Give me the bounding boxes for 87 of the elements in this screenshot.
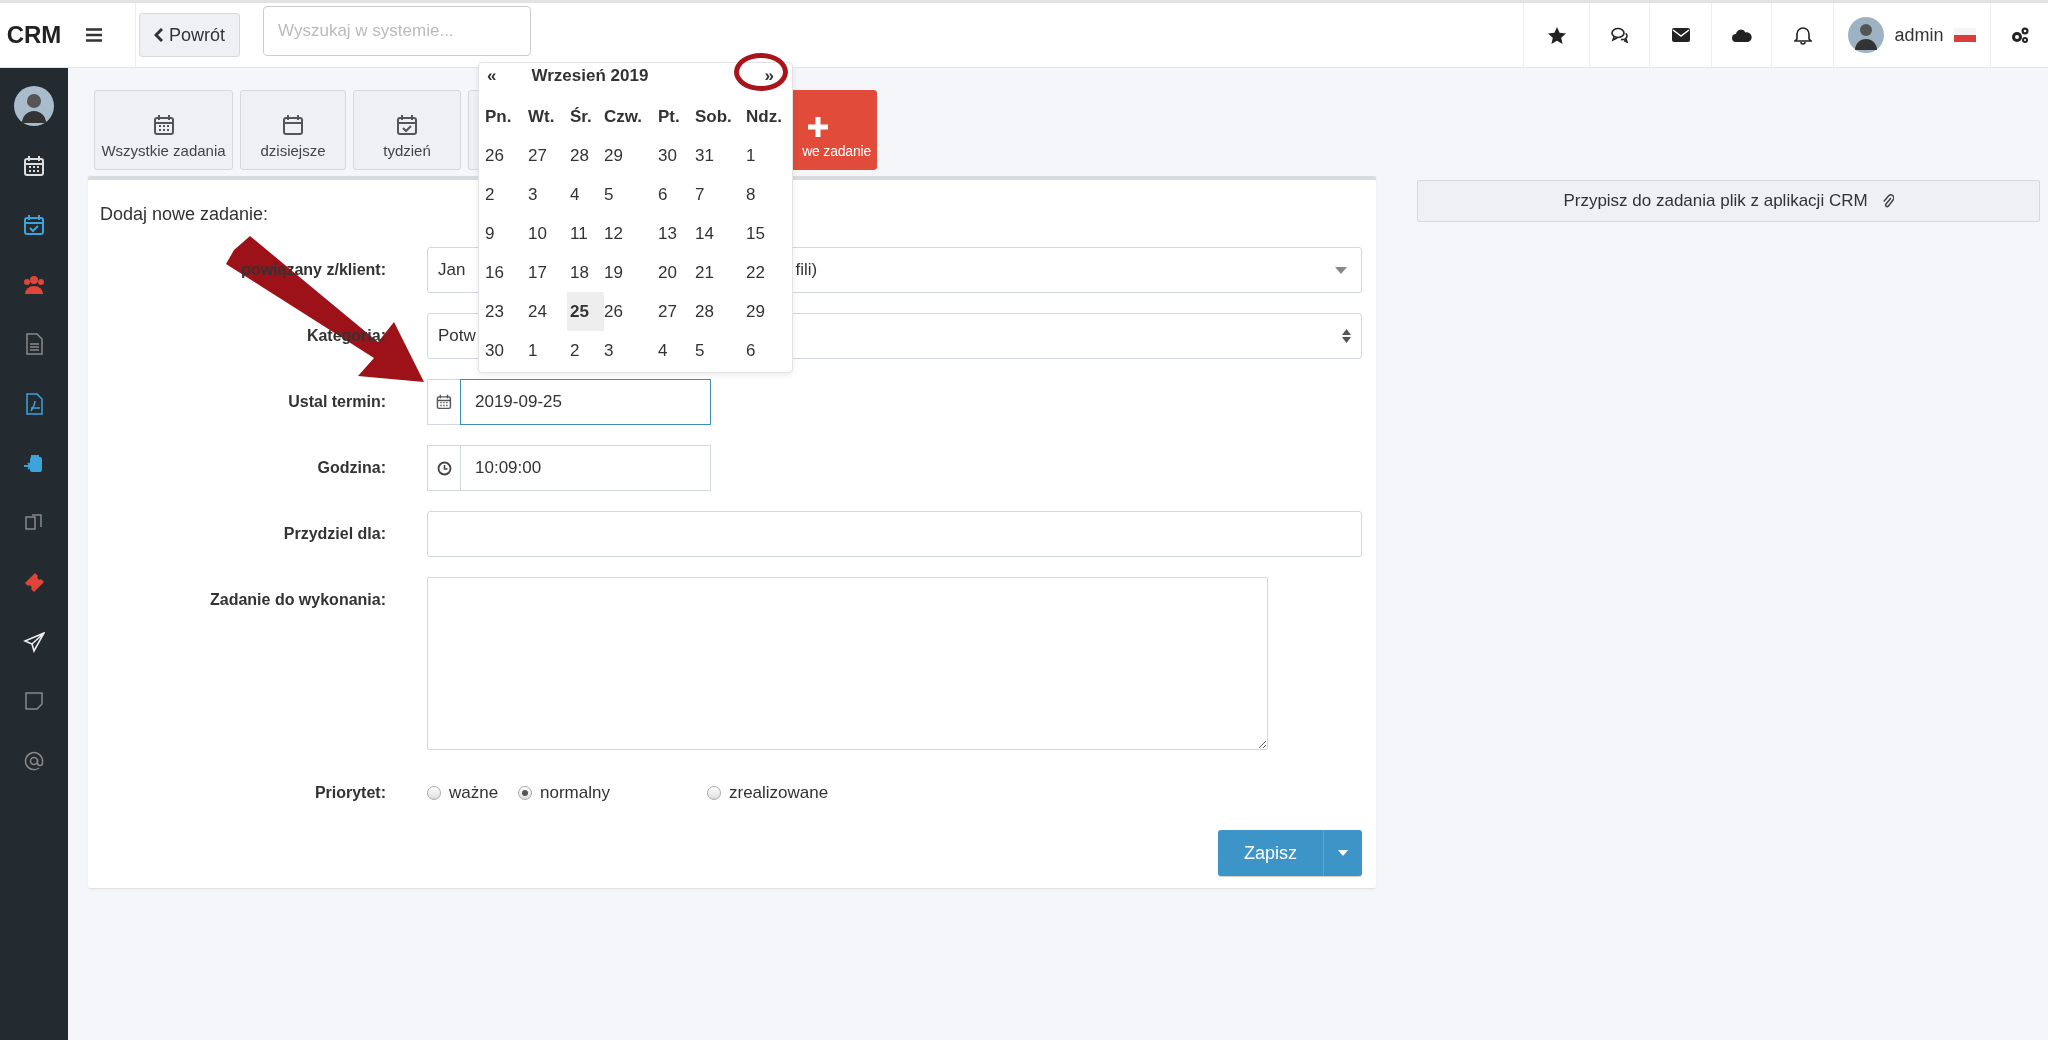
calendar-day[interactable]: 21 (692, 253, 746, 292)
calendar-day[interactable]: 2 (482, 175, 528, 214)
ticket-icon (23, 571, 45, 594)
calendar-icon (23, 154, 45, 177)
next-month-button[interactable]: » (764, 66, 774, 86)
weekday-label: Czw. (604, 106, 644, 127)
avatar-icon (14, 86, 54, 126)
calendar-day[interactable]: 5 (601, 175, 658, 214)
radio-label: zrealizowane (729, 783, 829, 803)
app-logo: CRM (5, 20, 63, 50)
settings-icon (2009, 26, 2030, 44)
calendar-day[interactable]: 29 (601, 136, 658, 175)
calendar-day[interactable]: 20 (655, 253, 695, 292)
previous-month-button[interactable]: « (487, 66, 497, 86)
field-label: Zadanie do wykonania: (208, 590, 386, 609)
bell-icon (1793, 25, 1812, 45)
caret-icon (1338, 850, 1348, 856)
calendar-icon (282, 114, 304, 136)
input-field[interactable] (427, 511, 1362, 557)
flag-icon (1953, 28, 1976, 42)
weekday-label: Sob. (695, 106, 733, 127)
paper-plane-icon (23, 630, 45, 653)
radio-button[interactable] (707, 786, 721, 800)
select-value: Jan (438, 260, 466, 280)
toolbar-button[interactable]: tydzień (353, 90, 461, 170)
back-button[interactable]: Powrót (139, 13, 241, 57)
calendar-day[interactable]: 22 (743, 253, 796, 292)
user-name[interactable]: admin (1894, 24, 1944, 46)
weekday-label: Pn. (485, 106, 513, 127)
attach-file-button[interactable]: Przypisz do zadania plik z aplikacji CRM (1417, 180, 2040, 222)
calendar-day[interactable]: 30 (655, 136, 695, 175)
weekday-label: Śr. (570, 106, 593, 127)
date-field[interactable]: 2019-09-25 (460, 379, 711, 425)
calendar-day[interactable]: 7 (692, 175, 746, 214)
radio-label: normalny (540, 783, 610, 803)
note-icon (23, 690, 45, 713)
chevron-left-icon (154, 28, 163, 42)
avatar-icon[interactable] (1848, 17, 1885, 53)
select-value: fili) (795, 260, 818, 280)
calendar-day[interactable]: 4 (567, 175, 604, 214)
calendar-day[interactable]: 31 (692, 136, 746, 175)
field-label: Godzina: (316, 459, 386, 477)
calendar-day[interactable]: 8 (743, 175, 796, 214)
cloud-icon (1731, 28, 1752, 42)
toolbar-button[interactable]: dzisiejsze (240, 90, 346, 170)
calendar-day[interactable]: 27 (525, 136, 570, 175)
toolbar-button[interactable]: Wszystkie zadania (94, 90, 233, 170)
calendar-check-icon (23, 214, 45, 237)
calendar-day[interactable]: 26 (482, 136, 528, 175)
calendar-day[interactable]: 18 (567, 253, 604, 292)
time-field[interactable]: 10:09:00 (460, 445, 711, 491)
radio-label: ważne (449, 783, 499, 803)
radio-button[interactable] (518, 786, 532, 800)
calendar-day[interactable]: 17 (525, 253, 570, 292)
envelope-icon (1671, 28, 1690, 42)
calendar-day[interactable]: 6 (655, 175, 695, 214)
field-label: Priorytet: (313, 784, 386, 802)
calendar-day[interactable]: 28 (567, 136, 604, 175)
radio-button[interactable] (427, 786, 441, 800)
highlight-ring (734, 53, 788, 91)
paperclip-icon (1881, 193, 1894, 209)
star-icon (1547, 26, 1566, 44)
at-sign-icon (23, 749, 45, 772)
calendar-day[interactable]: 19 (601, 253, 658, 292)
document-icon (23, 333, 45, 356)
calendar-icon (436, 394, 452, 410)
calendar-check-icon (396, 114, 418, 136)
plus-icon (808, 117, 828, 137)
calendar-day[interactable]: 3 (525, 175, 570, 214)
calendar-icon (152, 114, 175, 136)
calendar-day[interactable]: 25 (567, 292, 604, 331)
search-field[interactable]: Wyszukaj w systemie... (263, 6, 532, 56)
clock-icon (436, 460, 452, 476)
field-label: Ustal termin: (287, 393, 386, 411)
up-down-arrow-icon (1342, 329, 1351, 343)
pdf-file-icon (23, 392, 45, 415)
menu-icon (86, 28, 102, 42)
weekday-label: Wt. (528, 106, 556, 127)
calendar-day[interactable]: 16 (482, 253, 528, 292)
weekday-label: Pt. (658, 106, 681, 127)
field-label: Przydziel dla: (282, 525, 386, 543)
month-title: Wrzesień 2019 (531, 66, 649, 86)
form-title: Dodaj nowe zadanie: (100, 204, 269, 225)
chat-icon (1610, 27, 1629, 43)
select-value: Potw (438, 326, 476, 346)
users-icon (23, 273, 45, 296)
dropdown-arrow-icon (1335, 266, 1347, 274)
